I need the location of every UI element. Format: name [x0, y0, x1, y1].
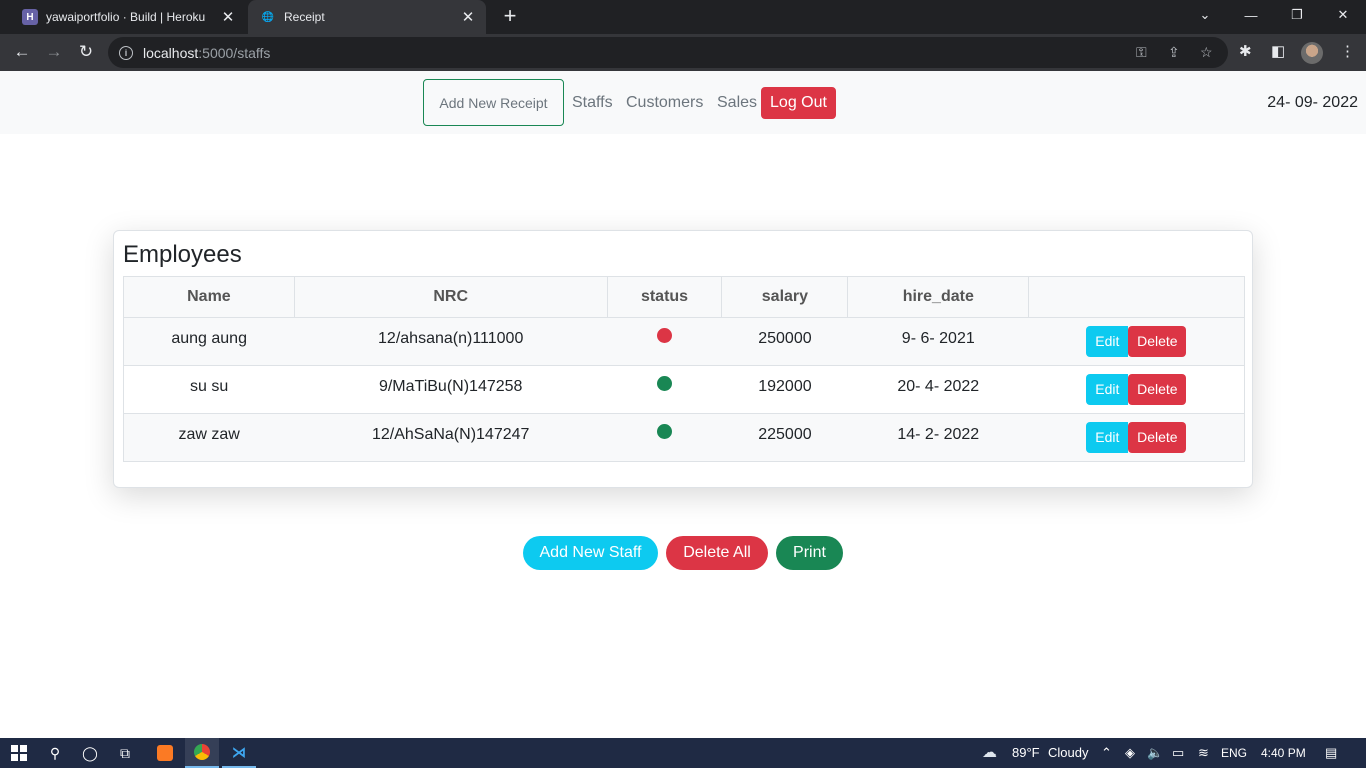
add-new-receipt-button[interactable]: Add New Receipt	[423, 79, 564, 126]
status-dot	[657, 328, 673, 343]
new-tab-button[interactable]: +	[498, 5, 522, 29]
status-dot	[657, 424, 673, 439]
browser-toolbar: ← → ↻ i localhost :5000/staffs ⚿ ⇪ ☆ ✱ ◧…	[0, 34, 1366, 71]
minimize-button[interactable]: —	[1228, 0, 1274, 30]
cell-salary: 250000	[721, 317, 848, 366]
cell-name: zaw zaw	[123, 413, 295, 462]
current-date: 24- 09- 2022	[1267, 94, 1358, 111]
cell-nrc: 12/AhSaNa(N)147247	[294, 413, 608, 462]
logout-button[interactable]: Log Out	[761, 87, 836, 119]
weather-condition[interactable]: Cloudy	[1048, 745, 1088, 760]
close-icon[interactable]: ✕	[216, 8, 240, 26]
volume-icon[interactable]: 🔈	[1147, 745, 1163, 761]
tab-receipt[interactable]: 🌐 Receipt ✕	[248, 0, 486, 34]
chevron-up-icon[interactable]: ⌃	[1101, 745, 1112, 761]
bookmark-star-icon[interactable]: ☆	[1200, 44, 1213, 61]
add-new-staff-button[interactable]: Add New Staff	[523, 536, 658, 570]
key-icon[interactable]: ⚿	[1136, 44, 1147, 61]
tab-title: yawaiportfolio · Build | Heroku	[46, 10, 206, 24]
vscode-icon[interactable]: ⋊	[222, 738, 256, 768]
xampp-icon[interactable]	[148, 738, 182, 768]
heroku-icon: H	[22, 9, 38, 25]
tab-heroku[interactable]: H yawaiportfolio · Build | Heroku ✕	[10, 0, 246, 34]
edit-button[interactable]: Edit	[1086, 326, 1129, 357]
cell-status	[607, 365, 722, 414]
cell-nrc: 12/ahsana(n)111000	[294, 317, 608, 366]
extensions-icon[interactable]: ✱	[1239, 42, 1252, 60]
battery-icon[interactable]: ▭	[1172, 745, 1184, 761]
windows-taskbar: ⚲ ◯ ⧉ ⋊ ☁ 89°F Cloudy ⌃ ◈ 🔈 ▭ ≋ ENG 4:40…	[0, 738, 1366, 768]
employees-card: Employees Name NRC status salary hire_da…	[113, 230, 1253, 488]
column-header-actions	[1028, 276, 1245, 318]
edit-button[interactable]: Edit	[1086, 422, 1129, 453]
clock-time[interactable]: 4:40 PM	[1261, 746, 1306, 760]
window-close-button[interactable]: ✕	[1320, 0, 1366, 30]
avatar[interactable]	[1301, 42, 1323, 64]
tab-search-icon[interactable]: ⌄	[1182, 0, 1228, 30]
nav-link-customers[interactable]: Customers	[626, 94, 703, 112]
employees-table: Name NRC status salary hire_date aung au…	[123, 276, 1245, 462]
back-icon[interactable]: ←	[10, 40, 34, 64]
delete-all-button[interactable]: Delete All	[666, 536, 768, 570]
table-row: aung aung 12/ahsana(n)111000 250000 9- 6…	[123, 317, 1245, 366]
cell-status	[607, 317, 722, 366]
column-header-name: Name	[123, 276, 295, 318]
cell-hire-date: 20- 4- 2022	[847, 365, 1029, 414]
cell-salary: 192000	[721, 365, 848, 414]
cell-salary: 225000	[721, 413, 848, 462]
delete-button[interactable]: Delete	[1128, 422, 1187, 453]
language-indicator[interactable]: ENG	[1221, 746, 1247, 760]
column-header-nrc: NRC	[293, 276, 608, 318]
chrome-icon[interactable]	[185, 738, 219, 768]
cell-name: su su	[123, 365, 295, 414]
cloud-icon: ☁	[982, 744, 997, 761]
reload-icon[interactable]: ↻	[74, 40, 98, 64]
globe-icon: 🌐	[261, 11, 275, 23]
column-header-hire-date: hire_date	[847, 276, 1030, 318]
nav-link-sales[interactable]: Sales	[717, 94, 757, 112]
table-row: zaw zaw 12/AhSaNa(N)147247 225000 14- 2-…	[123, 413, 1245, 462]
cell-hire-date: 14- 2- 2022	[847, 413, 1029, 462]
weather-temperature[interactable]: 89°F	[1012, 745, 1040, 760]
print-button[interactable]: Print	[776, 536, 843, 570]
menu-icon[interactable]: ⋮	[1340, 42, 1355, 60]
url-host: localhost	[143, 44, 199, 61]
cell-actions: Edit Delete	[1028, 317, 1245, 366]
cell-nrc: 9/MaTiBu(N)147258	[294, 365, 608, 414]
cell-hire-date: 9- 6- 2021	[847, 317, 1029, 366]
url-path: :5000/staffs	[198, 44, 271, 61]
edit-button[interactable]: Edit	[1086, 374, 1129, 405]
status-dot	[657, 376, 673, 391]
task-view-icon[interactable]: ⧉	[110, 738, 140, 768]
site-info-icon[interactable]: i	[119, 45, 133, 60]
side-panel-icon[interactable]: ◧	[1271, 42, 1285, 60]
column-header-salary: salary	[721, 276, 849, 318]
nav-link-staffs[interactable]: Staffs	[572, 94, 613, 112]
cell-actions: Edit Delete	[1028, 413, 1245, 462]
wifi-icon[interactable]: ≋	[1198, 745, 1209, 761]
cell-actions: Edit Delete	[1028, 365, 1245, 414]
notification-icon[interactable]: ▤	[1325, 745, 1337, 761]
share-icon[interactable]: ⇪	[1168, 44, 1180, 61]
delete-button[interactable]: Delete	[1128, 374, 1187, 405]
address-bar[interactable]: i localhost :5000/staffs ⚿ ⇪ ☆	[108, 37, 1228, 68]
table-header-row: Name NRC status salary hire_date	[123, 276, 1245, 318]
tab-title: Receipt	[284, 10, 325, 24]
cortana-icon[interactable]: ◯	[75, 738, 105, 768]
forward-icon[interactable]: →	[42, 40, 66, 64]
cell-name: aung aung	[123, 317, 295, 366]
close-icon[interactable]: ✕	[456, 8, 480, 26]
delete-button[interactable]: Delete	[1128, 326, 1187, 357]
browser-tab-bar: H yawaiportfolio · Build | Heroku ✕ 🌐 Re…	[0, 0, 1366, 34]
cell-status	[607, 413, 722, 462]
app-navbar: Add New Receipt Staffs Customers Sales L…	[0, 71, 1366, 134]
restore-button[interactable]: ❐	[1274, 0, 1320, 30]
table-row: su su 9/MaTiBu(N)147258 192000 20- 4- 20…	[123, 365, 1245, 414]
search-icon[interactable]: ⚲	[40, 738, 70, 768]
network-app-icon[interactable]: ◈	[1125, 745, 1135, 761]
page-title: Employees	[123, 241, 242, 268]
column-header-status: status	[606, 276, 723, 318]
windows-start-icon[interactable]	[4, 738, 34, 768]
